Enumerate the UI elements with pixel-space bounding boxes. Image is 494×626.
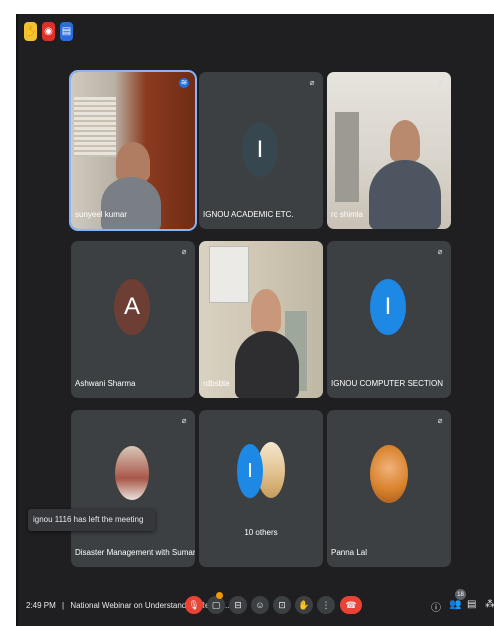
participant-name: rc shimla	[331, 210, 364, 219]
participant-tile[interactable]: I ⌀ IGNOU ACADEMIC ETC.	[199, 72, 323, 229]
participant-head	[251, 289, 281, 333]
participant-tile[interactable]: I 10 others	[199, 410, 323, 567]
mic-toggle-button[interactable]: 🎙	[185, 596, 203, 614]
avatar: I	[370, 279, 406, 335]
warning-badge	[216, 592, 223, 599]
mic-off-icon: ⌀	[181, 416, 187, 425]
participant-tile[interactable]: ⌀ Disaster Management with Suman	[71, 410, 195, 567]
participant-tile[interactable]: ⌀ rc shimla	[327, 72, 451, 229]
participant-name: rdbsbte	[203, 379, 230, 388]
hand-raise-icon[interactable]: ✋	[24, 22, 37, 41]
participant-name: Panna Lal	[331, 548, 368, 557]
emoji-button[interactable]: ☺	[251, 596, 269, 614]
mic-off-icon: ⌀	[437, 247, 443, 256]
record-icon[interactable]: ◉	[42, 22, 55, 41]
people-icon[interactable]: 👥	[449, 599, 461, 610]
participant-name: 10 others	[244, 528, 278, 537]
top-left-icons: ✋ ◉ ▤	[24, 22, 73, 41]
raise-hand-button[interactable]: ✋	[295, 596, 313, 614]
present-button[interactable]: ⊡	[273, 596, 291, 614]
captions-button[interactable]: ⊟	[229, 596, 247, 614]
end-call-button[interactable]: ☎	[340, 596, 362, 614]
left-meeting-notification: ignou 1116 has left the meeting	[28, 509, 155, 531]
participant-tile[interactable]: ≋ sunyeel kumar	[69, 70, 197, 231]
participant-tile[interactable]: ⌀ Panna Lal	[327, 410, 451, 567]
participant-tile[interactable]: A ⌀ Ashwani Sharma	[71, 241, 195, 398]
avatar: A	[114, 279, 150, 335]
speaking-indicator-icon: ≋	[179, 78, 189, 88]
participant-head	[116, 142, 150, 182]
more-options-button[interactable]: ⋮	[317, 596, 335, 614]
participant-name: IGNOU ACADEMIC ETC.	[203, 210, 294, 219]
separator: |	[62, 601, 65, 610]
participant-head	[390, 120, 420, 162]
participant-count-badge: 18	[455, 589, 466, 600]
participant-tile[interactable]: rdbsbte	[199, 241, 323, 398]
mic-off-icon: ⌀	[181, 247, 187, 256]
participant-name: Ashwani Sharma	[75, 379, 136, 388]
mic-off-icon: ⌀	[437, 78, 443, 87]
info-icon[interactable]: ⓘ	[431, 599, 441, 614]
participant-name: IGNOU COMPUTER SECTION	[331, 379, 444, 388]
participant-body	[235, 331, 299, 398]
avatar	[370, 445, 408, 503]
meet-window: ✋ ◉ ▤ ≋ sunyeel kumar I ⌀ IGNOU ACADEMIC…	[16, 14, 494, 626]
camera-toggle-button[interactable]: ▢	[207, 596, 225, 614]
participant-name: Disaster Management with Suman	[75, 548, 195, 557]
bottom-toolbar: 2:49 PM | National Webinar on Understand…	[18, 589, 494, 626]
mic-off-icon: ⌀	[309, 78, 315, 87]
avatar: I	[237, 444, 263, 498]
participant-tile[interactable]: I ⌀ IGNOU COMPUTER SECTION	[327, 241, 451, 398]
chat-icon[interactable]: ▤	[467, 599, 476, 610]
participant-body	[101, 177, 161, 229]
avatar	[115, 446, 149, 500]
clock-time: 2:49 PM	[26, 601, 56, 610]
avatar: I	[242, 122, 278, 177]
participant-body	[369, 160, 441, 229]
present-icon[interactable]: ▤	[60, 22, 73, 41]
activities-icon[interactable]: ⁂	[485, 599, 494, 610]
participant-name: sunyeel kumar	[75, 210, 128, 219]
mic-off-icon: ⌀	[437, 416, 443, 425]
